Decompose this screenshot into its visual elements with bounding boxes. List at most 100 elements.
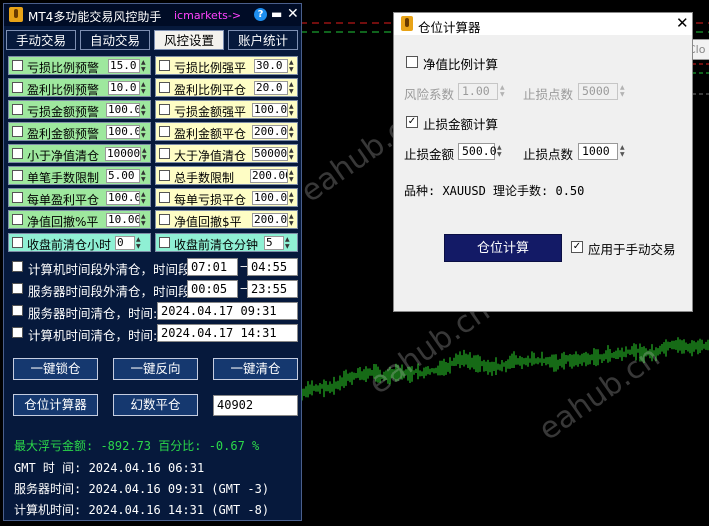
rule-checkbox[interactable] [159,82,170,93]
rule-value-input[interactable]: 10.0 [108,81,140,95]
close-all-button[interactable]: 一键清仓 [213,358,298,380]
rule-checkbox[interactable] [12,237,23,248]
rule-checkbox[interactable] [12,126,23,137]
tab-manual-trading[interactable]: 手动交易 [6,30,76,50]
rule-value-input[interactable]: 15.0 [108,59,140,73]
stop-points-input-disabled[interactable]: 5000 [578,83,618,100]
time-from-input[interactable]: 00:05 [187,280,238,298]
time-rule-checkbox[interactable] [12,327,23,338]
panel-title-bar[interactable]: MT4多功能交易风控助手 icmarkets-> ? ▬ ✕ [4,4,301,26]
spinner-arrows-icon[interactable]: ▲ ▼ [142,147,150,161]
spinner-arrows-icon[interactable]: ▲ ▼ [136,236,144,250]
stop-amount-label: 止损金额 [404,147,455,162]
stop-amount-input[interactable]: 500.0 [458,143,497,160]
rule-value-input[interactable]: 10000 [105,147,141,161]
spinner-arrows-icon[interactable]: ▲ ▼ [289,125,297,139]
rule-checkbox[interactable] [159,60,170,71]
magic-number-input[interactable]: 40902 [213,395,298,416]
close-icon[interactable]: ✕ [676,14,689,32]
time-rule-checkbox[interactable] [12,283,23,294]
tab-account-stats[interactable]: 账户统计 [228,30,298,50]
dialog-title-bar[interactable]: 仓位计算器 ✕ [394,13,692,35]
rule-checkbox[interactable] [159,104,170,115]
rule-value-input[interactable]: 10.00 [106,213,140,227]
rule-checkbox[interactable] [159,126,170,137]
tab-auto-trading[interactable]: 自动交易 [80,30,150,50]
rule-value-input[interactable]: 30.0 [254,59,288,73]
rule-checkbox[interactable] [12,104,23,115]
spinner-arrows-icon[interactable]: ▲ ▼ [620,144,628,158]
rule-label: 亏损金额强平 [174,105,247,119]
spinner-arrows-icon[interactable]: ▲ ▼ [141,191,149,205]
time-rule-checkbox[interactable] [12,305,23,316]
rule-value-input[interactable]: 200.0 [252,125,288,139]
stop-points-input[interactable]: 1000 [578,143,618,160]
stop-amount-checkbox[interactable]: ✓ [406,116,418,128]
position-calculator-button[interactable]: 仓位计算器 [13,394,98,416]
lock-all-button[interactable]: 一键锁仓 [13,358,98,380]
rule-value-input[interactable]: 100.0 [252,103,288,117]
rule-checkbox[interactable] [12,214,23,225]
spinner-arrows-icon[interactable]: ▲ ▼ [289,213,297,227]
rule-label: 总手数限制 [174,171,235,185]
rule-checkbox[interactable] [12,82,23,93]
spinner-arrows-icon[interactable]: ▲ ▼ [141,103,149,117]
rule-value-input[interactable]: 100.0 [106,125,140,139]
time-to-input[interactable]: 04:55 [247,258,298,276]
rule-value-input[interactable]: 20.0 [254,81,288,95]
rule-checkbox[interactable] [159,237,170,248]
close-icon[interactable]: ✕ [287,6,299,22]
rule-value-input[interactable]: 100.0 [106,191,140,205]
minimize-icon[interactable]: ▬ [271,7,282,21]
datetime-input[interactable]: 2024.04.17 14:31 [157,324,298,342]
rule-value-input[interactable]: 100.0 [252,191,288,205]
spinner-arrows-icon[interactable]: ▲ ▼ [289,147,297,161]
calculate-position-button[interactable]: 仓位计算 [444,234,562,262]
spinner-arrows-icon[interactable]: ▲ ▼ [285,236,293,250]
time-rule-checkbox[interactable] [12,261,23,272]
spinner-arrows-icon[interactable]: ▲ ▼ [289,191,297,205]
rule-label: 盈利比例预警 [27,83,100,97]
help-icon[interactable]: ? [254,8,267,21]
panel-title: MT4多功能交易风控助手 [28,10,162,24]
spinner-arrows-icon[interactable]: ▲ ▼ [497,144,505,158]
time-from-input[interactable]: 07:01 [187,258,238,276]
spinner-arrows-icon[interactable]: ▲ ▼ [141,169,149,183]
rule-checkbox[interactable] [12,148,23,159]
spinner-arrows-icon[interactable]: ▲ ▼ [141,213,149,227]
rule-checkbox[interactable] [159,170,170,181]
datetime-input[interactable]: 2024.04.17 09:31 [157,302,298,320]
equity-ratio-checkbox[interactable] [406,56,418,68]
risk-factor-input[interactable]: 1.00 [458,83,498,100]
reverse-all-button[interactable]: 一键反向 [113,358,198,380]
magic-close-button[interactable]: 幻数平仓 [113,394,198,416]
rule-value-input[interactable]: 200.0 [252,213,288,227]
apply-manual-checkbox[interactable]: ✓ [571,241,583,253]
spinner-arrows-icon[interactable]: ▲ ▼ [289,103,297,117]
spinner-arrows-icon[interactable]: ▲ ▼ [141,125,149,139]
rule-checkbox[interactable] [12,60,23,71]
rule-checkbox[interactable] [12,170,23,181]
rule-profit-ratio-warning: 盈利比例预警 10.0 ▲ ▼ [8,78,151,97]
rule-value-input[interactable]: 5.00 [106,169,140,183]
spinner-arrows-icon[interactable]: ▲ ▼ [141,81,149,95]
spinner-arrows-icon[interactable]: ▲ ▼ [289,59,297,73]
rule-checkbox[interactable] [159,214,170,225]
rule-checkbox[interactable] [159,148,170,159]
spinner-arrows-icon[interactable]: ▲ ▼ [141,59,149,73]
rule-value-input[interactable]: 100.0 [106,103,140,117]
spinner-arrows-icon[interactable]: ▲ ▼ [620,84,628,98]
rule-value-input[interactable]: 200.00 [250,169,288,183]
rule-value-input[interactable]: 0 [115,236,135,250]
rule-label: 盈利金额平仓 [174,127,247,141]
spinner-arrows-icon[interactable]: ▲ ▼ [289,169,297,183]
rule-checkbox[interactable] [12,192,23,203]
tab-risk-settings[interactable]: 风控设置 [154,30,224,50]
rule-value-input[interactable]: 50000 [252,147,288,161]
position-calculator-dialog: 仓位计算器 ✕ 净值比例计算 风险系数 1.00 ▲ ▼ 止损点数 5000 ▲ ▼… [393,12,693,312]
spinner-arrows-icon[interactable]: ▲ ▼ [289,81,297,95]
rule-value-input[interactable]: 5 [264,236,284,250]
rule-checkbox[interactable] [159,192,170,203]
time-to-input[interactable]: 23:55 [247,280,298,298]
spinner-arrows-icon[interactable]: ▲ ▼ [500,84,508,98]
